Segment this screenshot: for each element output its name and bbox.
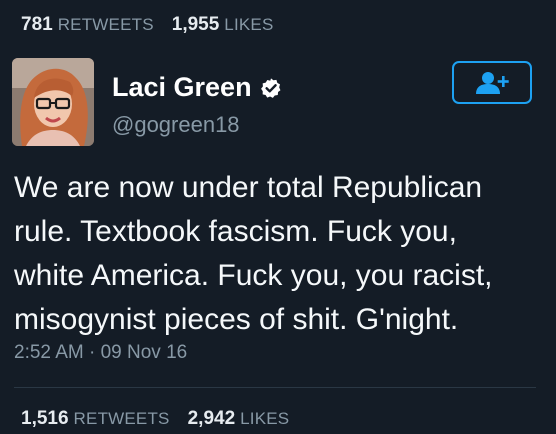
like-label[interactable]: LIKES	[240, 409, 289, 429]
tweet-stats-top: 781 RETWEETS 1,955 LIKES	[21, 14, 292, 36]
retweet-label[interactable]: RETWEETS	[58, 15, 154, 35]
like-count[interactable]: 2,942	[188, 408, 236, 430]
user-avatar-photo-icon	[12, 58, 94, 146]
user-name[interactable]: Laci Green	[112, 72, 252, 103]
tweet-stats-bottom: 1,516 RETWEETS 2,942 LIKES	[21, 408, 307, 430]
tweet-text: We are now under total Republican rule. …	[14, 171, 493, 336]
retweet-count[interactable]: 1,516	[21, 408, 69, 430]
add-user-icon	[476, 71, 509, 94]
like-count[interactable]: 1,955	[172, 14, 220, 36]
divider	[14, 387, 536, 388]
tweet-timestamp[interactable]: 2:52 AM · 09 Nov 16	[14, 342, 187, 364]
retweet-count[interactable]: 781	[21, 14, 53, 36]
follow-button[interactable]	[452, 61, 532, 104]
like-label[interactable]: LIKES	[224, 15, 273, 35]
verified-badge-icon	[260, 77, 281, 98]
avatar[interactable]	[12, 58, 94, 146]
user-name-row: Laci Green	[112, 72, 282, 103]
retweet-label[interactable]: RETWEETS	[74, 409, 170, 429]
user-handle[interactable]: @gogreen18	[112, 112, 240, 138]
